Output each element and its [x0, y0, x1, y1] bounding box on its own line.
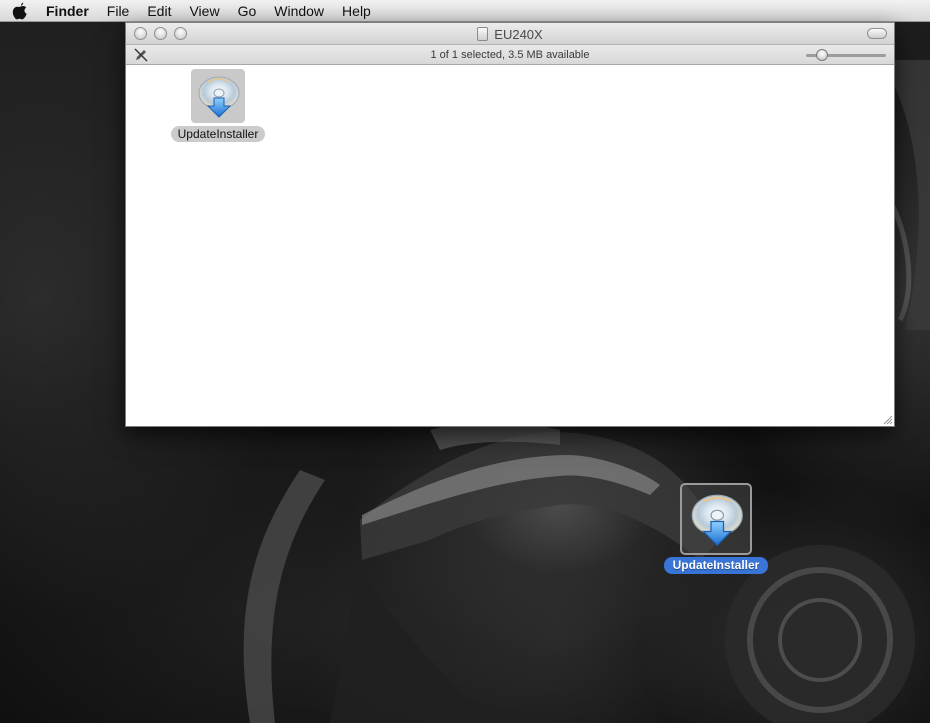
menu-finder[interactable]: Finder: [40, 0, 98, 22]
window-title-group: EU240X: [126, 23, 894, 45]
menu-view[interactable]: View: [180, 0, 228, 22]
file-label: UpdateInstaller: [170, 126, 266, 142]
menu-go[interactable]: Go: [229, 0, 266, 22]
toolbar-toggle-button[interactable]: [867, 28, 887, 39]
installer-disc-icon: [191, 69, 245, 123]
menu-bar: Finder File Edit View Go Window Help: [0, 0, 930, 22]
menu-file[interactable]: File: [98, 0, 139, 22]
window-content[interactable]: UpdateInstaller: [126, 65, 894, 426]
file-label-selected: UpdateInstaller: [663, 557, 769, 574]
icon-size-slider[interactable]: [806, 49, 886, 61]
desktop-file-updateinstaller[interactable]: UpdateInstaller: [657, 483, 775, 574]
window-file-updateinstaller[interactable]: UpdateInstaller: [166, 69, 270, 142]
status-text: 1 of 1 selected, 3.5 MB available: [430, 48, 590, 61]
write-locked-pencil-icon: [134, 48, 148, 62]
menu-edit[interactable]: Edit: [138, 0, 180, 22]
drive-icon: [477, 27, 489, 41]
window-title: EU240X: [494, 26, 543, 42]
window-titlebar[interactable]: EU240X: [126, 23, 894, 45]
apple-menu-icon[interactable]: [0, 0, 40, 22]
installer-disc-icon: [680, 483, 752, 555]
resize-grip-icon[interactable]: [882, 414, 893, 425]
menu-window[interactable]: Window: [265, 0, 333, 22]
menu-help[interactable]: Help: [333, 0, 380, 22]
slider-knob[interactable]: [816, 49, 828, 61]
finder-window: EU240X 1 of 1 selected, 3.5 MB available: [125, 22, 895, 427]
status-bar: 1 of 1 selected, 3.5 MB available: [126, 45, 894, 65]
